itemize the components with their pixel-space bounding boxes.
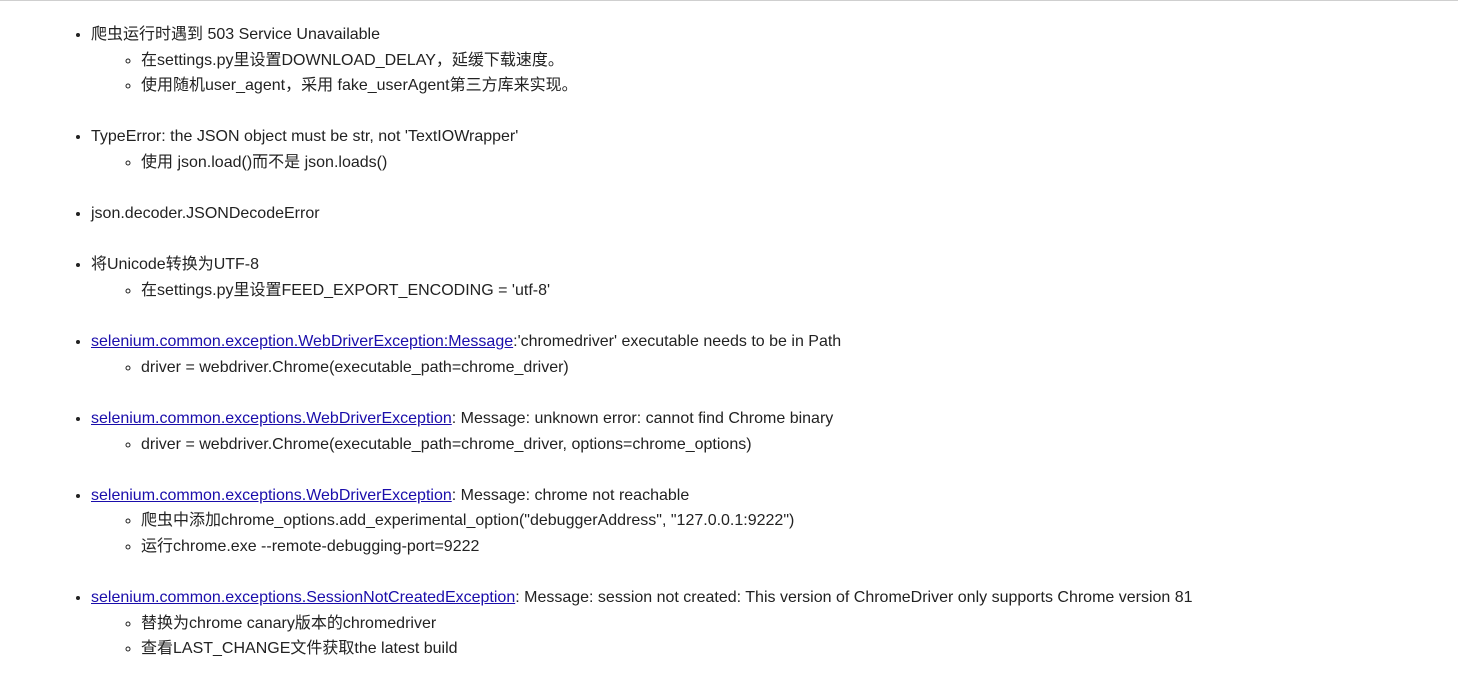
sub-list-item: 替换为chrome canary版本的chromedriver: [141, 611, 1458, 637]
item-text: 爬虫运行时遇到 503 Service Unavailable: [91, 26, 380, 43]
exception-link[interactable]: selenium.common.exceptions.WebDriverExce…: [91, 410, 452, 427]
sub-list-item: driver = webdriver.Chrome(executable_pat…: [141, 355, 1458, 381]
exception-link[interactable]: selenium.common.exceptions.WebDriverExce…: [91, 487, 452, 504]
list-item: json.decoder.JSONDecodeError: [91, 201, 1458, 227]
sub-list-item: 查看LAST_CHANGE文件获取the latest build: [141, 636, 1458, 662]
exception-link[interactable]: selenium.common.exception.WebDriverExcep…: [91, 333, 513, 350]
article-content: 爬虫运行时遇到 503 Service Unavailable 在setting…: [0, 22, 1458, 687]
sub-list: 爬虫中添加chrome_options.add_experimental_opt…: [91, 508, 1458, 559]
list-item: 爬虫运行时遇到 503 Service Unavailable 在setting…: [91, 22, 1458, 99]
sub-list-item: 使用 json.load()而不是 json.loads(): [141, 150, 1458, 176]
sub-list-item: 爬虫中添加chrome_options.add_experimental_opt…: [141, 508, 1458, 534]
sub-list-item: 在settings.py里设置FEED_EXPORT_ENCODING = 'u…: [141, 278, 1458, 304]
sub-list: 在settings.py里设置DOWNLOAD_DELAY，延缓下载速度。 使用…: [91, 48, 1458, 99]
exception-link[interactable]: selenium.common.exceptions.SessionNotCre…: [91, 589, 515, 606]
list-item: selenium.common.exceptions.WebDriverExce…: [91, 406, 1458, 457]
item-text: TypeError: the JSON object must be str, …: [91, 128, 519, 146]
sub-list-item: 运行chrome.exe --remote-debugging-port=922…: [141, 534, 1458, 560]
sub-list: 在settings.py里设置FEED_EXPORT_ENCODING = 'u…: [91, 278, 1458, 304]
list-item: selenium.common.exception.WebDriverExcep…: [91, 329, 1458, 380]
list-item: selenium.common.exceptions.SessionNotCre…: [91, 585, 1458, 662]
item-text: json.decoder.JSONDecodeError: [91, 205, 320, 223]
sub-list-item: 使用随机user_agent，采用 fake_userAgent第三方库来实现。: [141, 73, 1458, 99]
item-text: : Message: session not created: This ver…: [515, 589, 1193, 607]
top-divider: [0, 0, 1458, 1]
item-text: 将Unicode转换为UTF-8: [91, 256, 260, 274]
sub-list: 替换为chrome canary版本的chromedriver 查看LAST_C…: [91, 611, 1458, 662]
list-item: selenium.common.exceptions.WebDriverExce…: [91, 483, 1458, 560]
sub-list: driver = webdriver.Chrome(executable_pat…: [91, 432, 1458, 458]
sub-list: driver = webdriver.Chrome(executable_pat…: [91, 355, 1458, 381]
list-item: TypeError: the JSON object must be str, …: [91, 124, 1458, 175]
item-text: : Message: chrome not reachable: [451, 486, 690, 504]
item-text: :'chromedriver' executable needs to be i…: [513, 333, 842, 351]
list-item: 将Unicode转换为UTF-8 在settings.py里设置FEED_EXP…: [91, 252, 1458, 303]
sub-list-item: driver = webdriver.Chrome(executable_pat…: [141, 432, 1458, 458]
sub-list: 使用 json.load()而不是 json.loads(): [91, 150, 1458, 176]
item-text: : Message: unknown error: cannot find Ch…: [451, 409, 834, 427]
error-list: 爬虫运行时遇到 503 Service Unavailable 在setting…: [0, 22, 1458, 662]
sub-list-item: 在settings.py里设置DOWNLOAD_DELAY，延缓下载速度。: [141, 48, 1458, 74]
